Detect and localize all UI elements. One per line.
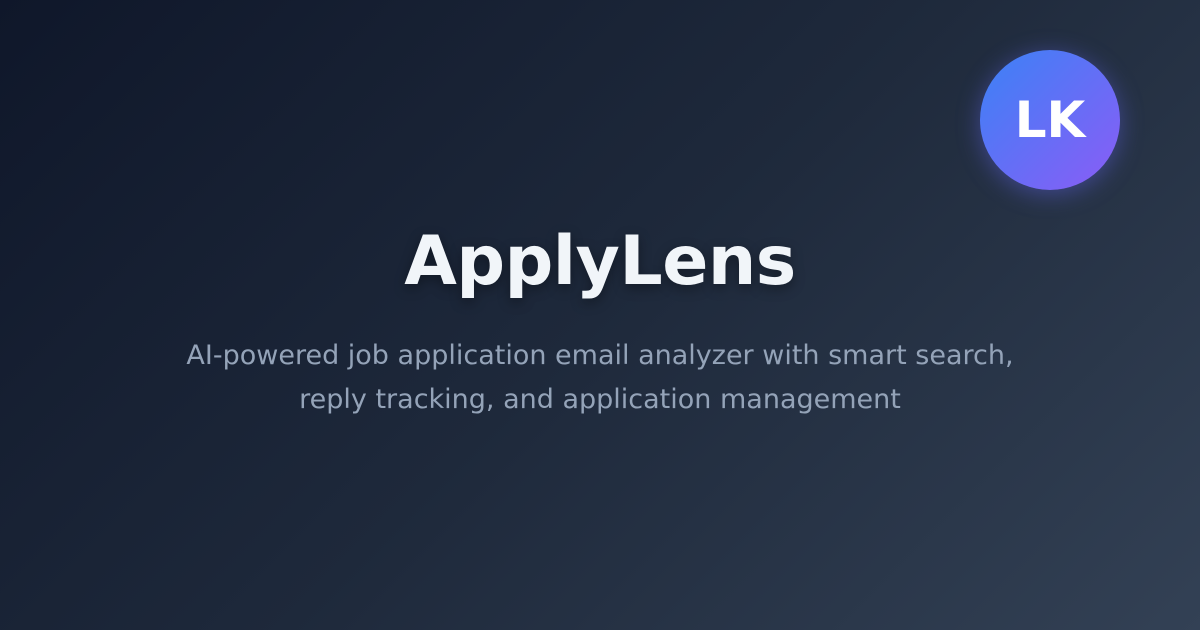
tagline: AI-powered job application email analyze…: [150, 334, 1050, 422]
tagline-line-1: AI-powered job application email analyze…: [186, 340, 1014, 371]
page-title: ApplyLens: [404, 222, 796, 301]
avatar-badge: LK: [980, 50, 1120, 190]
hero: ApplyLens AI-powered job application ema…: [0, 220, 1200, 422]
tagline-line-2: reply tracking, and application manageme…: [299, 384, 901, 415]
avatar-initials: LK: [1014, 91, 1086, 149]
